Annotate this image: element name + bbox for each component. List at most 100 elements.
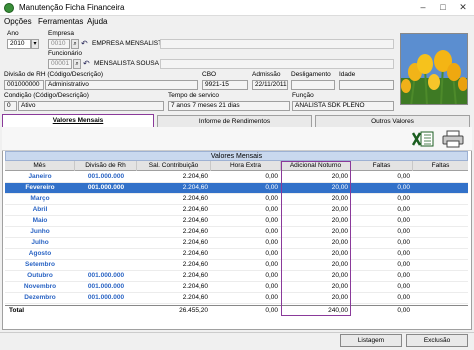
table-row[interactable]: Julho 2.204,60 0,00 20,00 0,00: [5, 238, 468, 249]
cell-sal: 2.204,60: [182, 217, 208, 224]
table-row[interactable]: Outubro 001.000.000 2.204,60 0,00 20,00 0,00: [5, 271, 468, 282]
cell-divisao: 001.000.000: [87, 173, 125, 180]
cell-divisao: [75, 194, 137, 204]
cell-faltas-2: [413, 227, 468, 237]
table-row[interactable]: Fevereiro 001.000.000 2.204,60 0,00 20,00 0,0…: [5, 183, 468, 194]
status-bar: [0, 332, 474, 350]
close-button[interactable]: ✕: [456, 1, 470, 14]
divisao-desc-field: Administrativo: [45, 80, 198, 90]
cell-faltas-1: 0,00: [397, 261, 410, 268]
cell-hora-extra: 0,00: [265, 195, 278, 202]
listagem-button[interactable]: Listagem: [340, 334, 402, 347]
printer-icon[interactable]: [442, 130, 464, 148]
idade-field: [339, 80, 394, 90]
cell-mes: Abril: [32, 206, 48, 213]
cell-divisao: [75, 260, 137, 270]
cell-hora-extra: 0,00: [265, 173, 278, 180]
empresa-code-field[interactable]: 0010: [48, 39, 70, 49]
cell-faltas-1: 0,00: [397, 228, 410, 235]
app-icon: [4, 3, 14, 13]
cell-mes: Fevereiro: [25, 184, 55, 191]
empresa-name-field: [160, 39, 394, 49]
excel-icon[interactable]: [411, 131, 434, 147]
cell-divisao: [75, 249, 137, 259]
table-row[interactable]: Dezembro 001.000.000 2.204,60 0,00 20,00 0,00: [5, 293, 468, 304]
cell-mes: Setembro: [25, 261, 55, 268]
col-faltas-2[interactable]: Faltas: [413, 161, 468, 171]
col-hora-extra[interactable]: Hora Extra: [211, 161, 281, 171]
exclusao-button[interactable]: Exclusão: [406, 334, 468, 347]
admissao-label: Admissão: [252, 71, 281, 78]
cell-mes: Outubro: [27, 272, 53, 279]
menu-ferramentas[interactable]: Ferramentas: [38, 17, 83, 26]
cell-faltas-2: [413, 260, 468, 270]
cell-faltas-1: 0,00: [397, 195, 410, 202]
minimize-button[interactable]: –: [416, 1, 430, 14]
maximize-button[interactable]: □: [436, 1, 450, 14]
grid-header: Mês Divisão de Rh Sal. Contribuição Hora…: [5, 161, 468, 171]
cell-hora-extra: 0,00: [265, 228, 278, 235]
admissao-field: 22/11/2011: [252, 80, 288, 90]
condicao-code-field: 0: [4, 101, 17, 111]
cell-sal: 2.204,60: [182, 184, 208, 191]
cell-divisao: 001.000.000: [87, 272, 125, 279]
funcionario-refresh-icon[interactable]: ↶: [83, 59, 90, 68]
divisao-label: Divisão de RH (Código/Descrição): [4, 71, 103, 78]
table-row[interactable]: Junho 2.204,60 0,00 20,00 0,00: [5, 227, 468, 238]
table-row[interactable]: Janeiro 001.000.000 2.204,60 0,00 20,00 0,00: [5, 172, 468, 183]
funcao-field: ANALISTA SDK PLENO: [292, 101, 394, 111]
cell-mes: Dezembro: [24, 294, 56, 301]
ano-spinner[interactable]: ▾: [31, 39, 39, 49]
total-faltas: 0,00: [397, 307, 410, 314]
cell-faltas-1: 0,00: [397, 294, 410, 301]
tempo-field: 7 anos 7 meses 21 dias: [168, 101, 290, 111]
cell-sal: 2.204,60: [182, 195, 208, 202]
ano-field[interactable]: 2010: [7, 39, 31, 49]
funcionario-name-field: [160, 59, 394, 69]
table-row[interactable]: Novembro 001.000.000 2.204,60 0,00 20,00 0,00: [5, 282, 468, 293]
empresa-refresh-icon[interactable]: ↶: [81, 39, 88, 48]
funcionario-search-icon[interactable]: ⌕: [73, 59, 81, 69]
menu-opcoes[interactable]: Opções: [4, 17, 32, 26]
total-row: Total 26.455,20 0,00 240,00 0,00: [5, 305, 468, 315]
cell-divisao: [75, 238, 137, 248]
cell-hora-extra: 0,00: [265, 217, 278, 224]
table-row[interactable]: Maio 2.204,60 0,00 20,00 0,00: [5, 216, 468, 227]
cell-hora-extra: 0,00: [265, 283, 278, 290]
funcionario-code-field[interactable]: 00001: [48, 59, 72, 69]
cell-divisao: [75, 216, 137, 226]
total-sal: 26.455,20: [179, 307, 208, 314]
window-title: Manutenção Ficha Financeira: [19, 3, 125, 12]
tab-valores-mensais[interactable]: Valores Mensais: [2, 114, 154, 128]
col-sal-contribuicao[interactable]: Sal. Contribuição: [137, 161, 211, 171]
col-faltas-1[interactable]: Faltas: [351, 161, 413, 171]
cell-mes: Março: [30, 195, 50, 202]
total-label: Total: [9, 307, 25, 314]
cell-hora-extra: 0,00: [265, 250, 278, 257]
title-bar: Manutenção Ficha Financeira – □ ✕: [0, 0, 474, 16]
cell-faltas-2: [413, 271, 468, 281]
empresa-search-icon[interactable]: ⌕: [71, 39, 79, 49]
table-row[interactable]: Agosto 2.204,60 0,00 20,00 0,00: [5, 249, 468, 260]
table-row[interactable]: Abril 2.204,60 0,00 20,00 0,00: [5, 205, 468, 216]
cell-hora-extra: 0,00: [265, 272, 278, 279]
cell-faltas-1: 0,00: [397, 217, 410, 224]
col-mes[interactable]: Mês: [5, 161, 75, 171]
grid-title: Valores Mensais: [5, 151, 468, 161]
cell-sal: 2.204,60: [182, 272, 208, 279]
menu-bar: Opções Ferramentas Ajuda: [0, 16, 474, 29]
ano-label: Ano: [7, 30, 19, 37]
cell-divisao: 001.000.000: [87, 294, 125, 301]
cell-sal: 2.204,60: [182, 239, 208, 246]
table-row[interactable]: Março 2.204,60 0,00 20,00 0,00: [5, 194, 468, 205]
desligamento-field: [291, 80, 335, 90]
tulips-image: [401, 34, 467, 104]
col-divisao[interactable]: Divisão de Rh: [75, 161, 137, 171]
tempo-label: Tempo de servico: [168, 92, 219, 99]
cell-sal: 2.204,60: [182, 283, 208, 290]
table-row[interactable]: Setembro 2.204,60 0,00 20,00 0,00: [5, 260, 468, 271]
cbo-label: CBO: [202, 71, 217, 78]
cell-faltas-1: 0,00: [397, 283, 410, 290]
cell-faltas-2: [413, 205, 468, 215]
menu-ajuda[interactable]: Ajuda: [87, 17, 107, 26]
